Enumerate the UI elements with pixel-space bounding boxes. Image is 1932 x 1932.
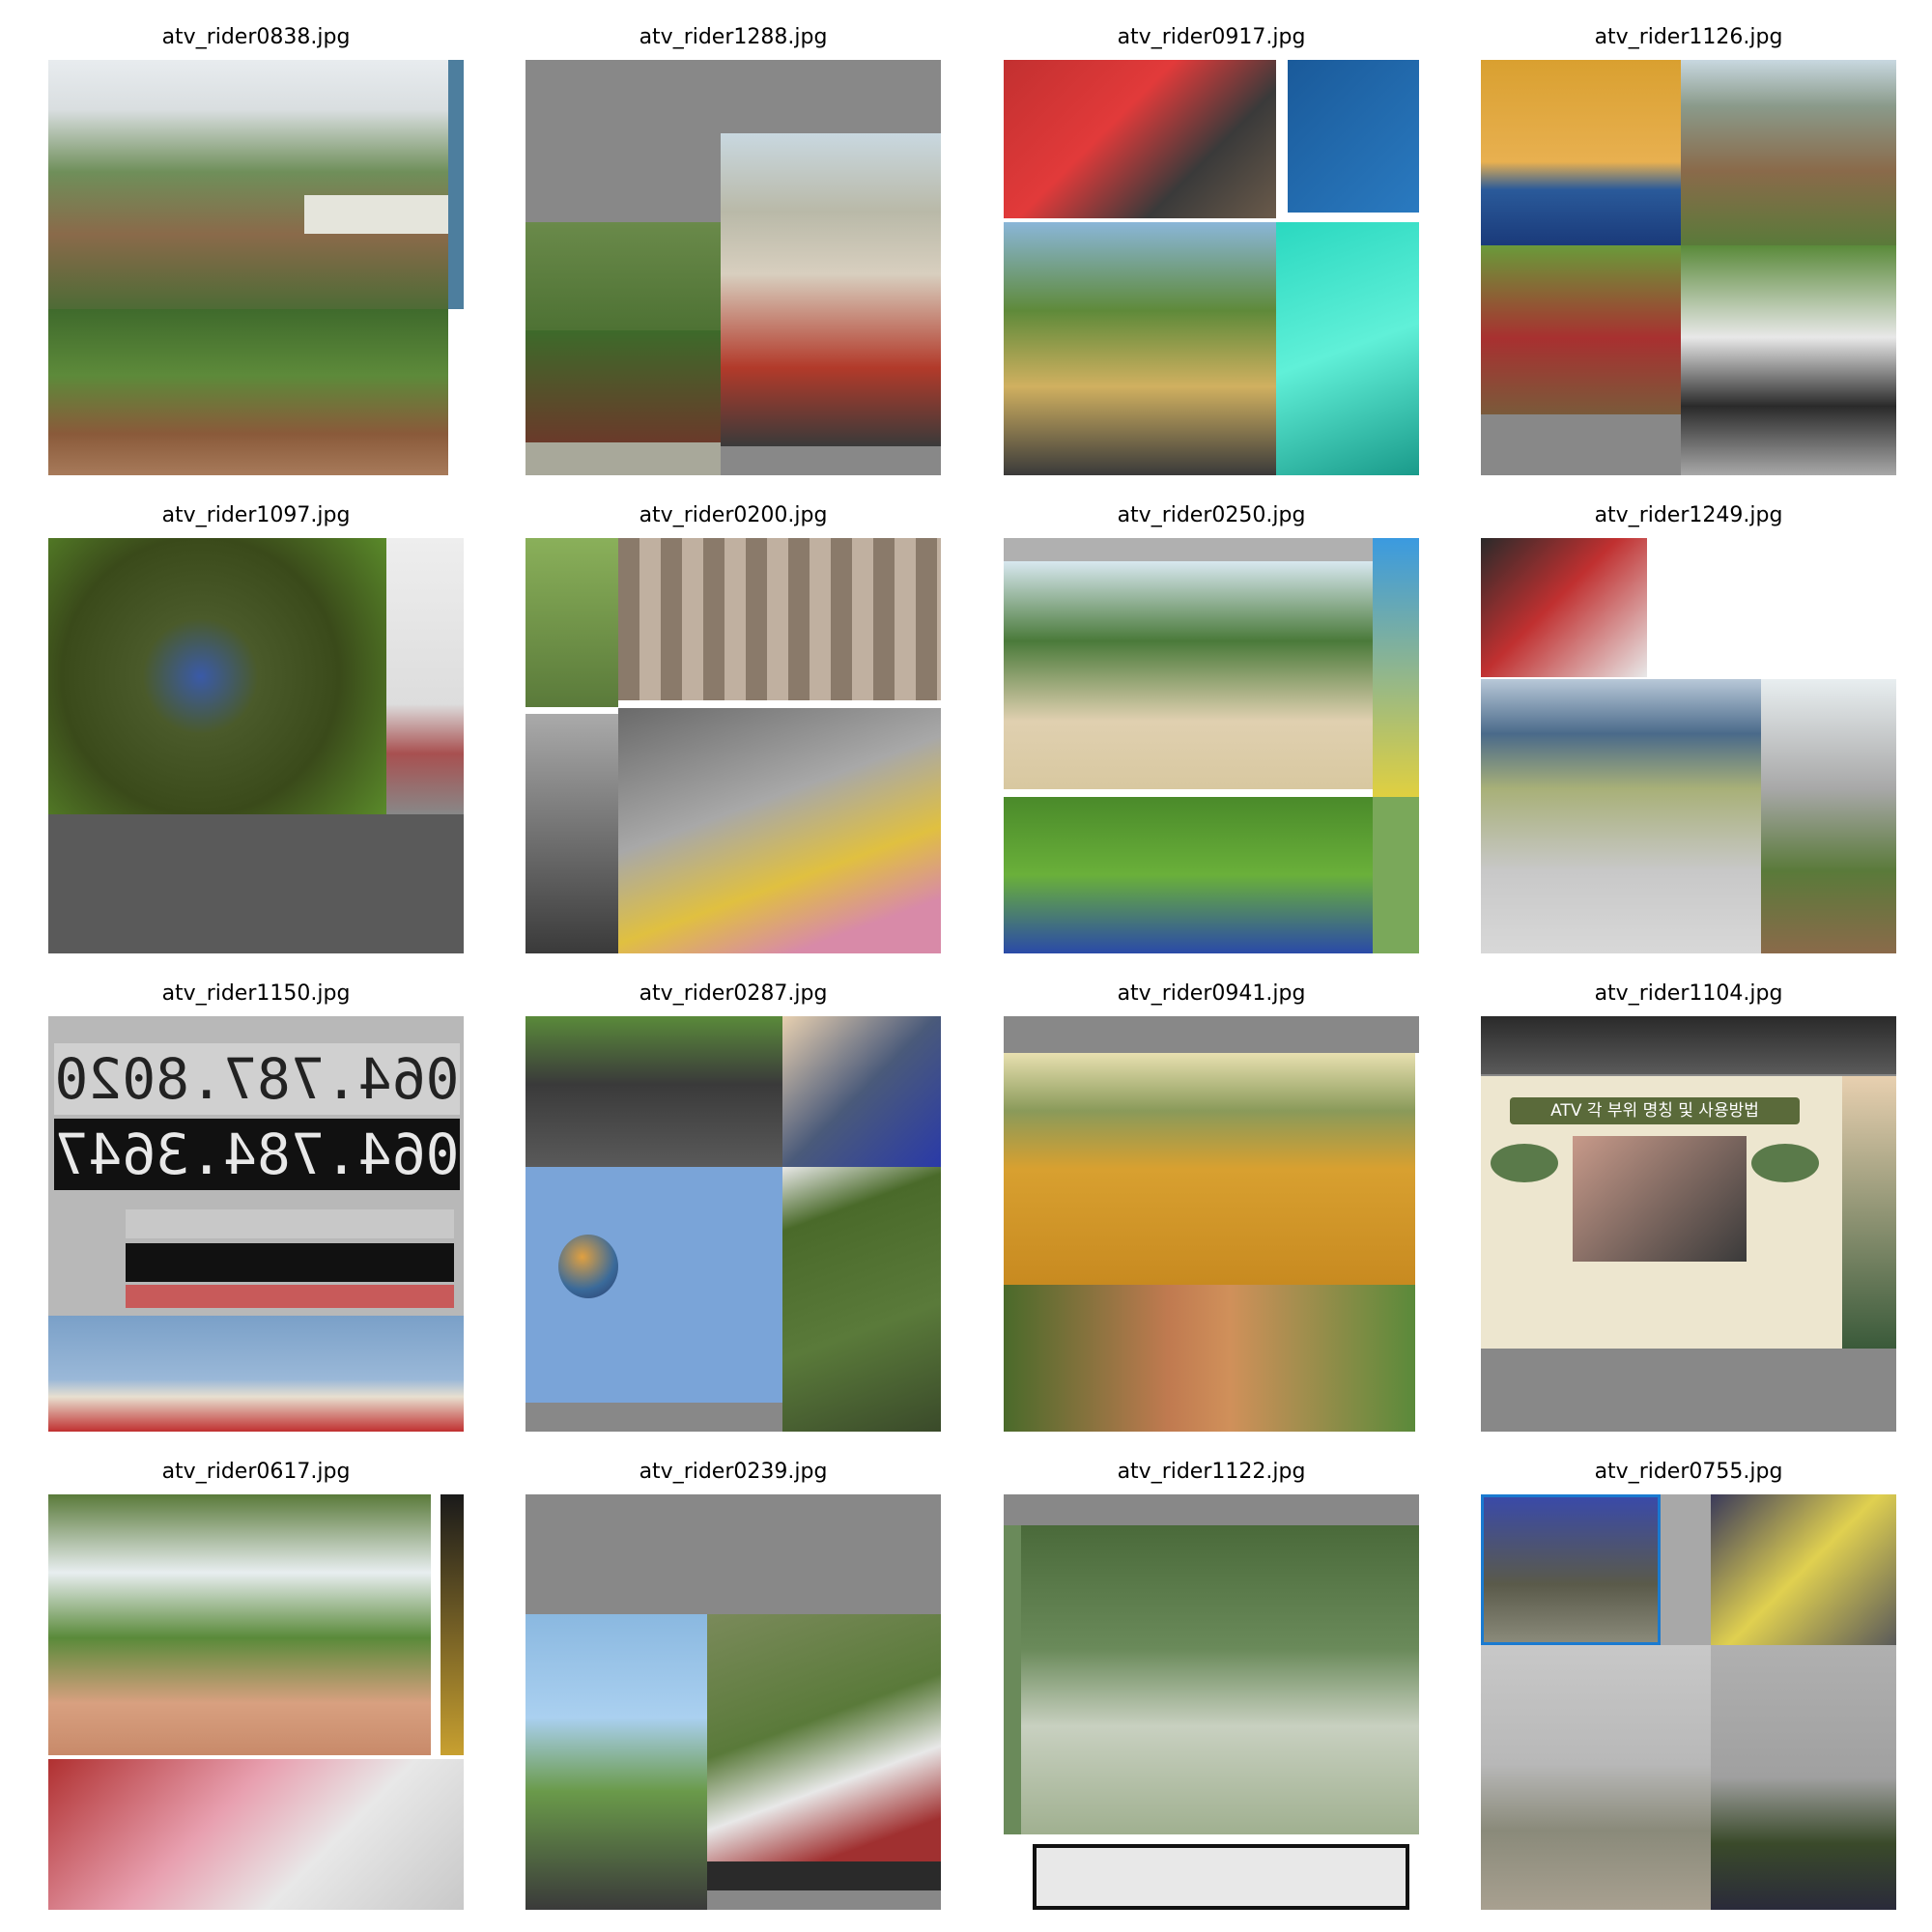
photo-tile xyxy=(1288,60,1419,213)
photo-tile xyxy=(1481,538,1647,677)
image-thumbnail[interactable] xyxy=(1481,1494,1896,1910)
image-thumbnail[interactable] xyxy=(48,60,464,475)
image-filename: atv_rider0617.jpg xyxy=(161,1460,351,1484)
photo-tile xyxy=(526,1614,707,1910)
photo-tile xyxy=(1004,797,1373,953)
photo-tile xyxy=(1004,1525,1021,1834)
photo-tile xyxy=(707,1861,941,1890)
image-thumbnail[interactable]: ATV 각 부위 명칭 및 사용방법 xyxy=(1481,1016,1896,1432)
image-filename: atv_rider0250.jpg xyxy=(1117,503,1306,527)
image-filename: atv_rider1288.jpg xyxy=(639,25,828,49)
photo-tile xyxy=(1373,797,1419,953)
photo-tile xyxy=(526,222,721,330)
photo-tile xyxy=(1481,1016,1896,1074)
image-thumbnail[interactable] xyxy=(526,1494,941,1910)
photo-tile xyxy=(1004,222,1276,475)
photo-tile xyxy=(1481,245,1681,414)
sign-bubble xyxy=(1751,1144,1819,1182)
image-filename: atv_rider0239.jpg xyxy=(639,1460,828,1484)
photo-tile xyxy=(782,1167,941,1432)
image-filename: atv_rider0838.jpg xyxy=(161,25,351,49)
balloon-shape xyxy=(558,1235,618,1298)
photo-tile xyxy=(526,538,618,707)
photo-tile xyxy=(1004,1053,1415,1285)
image-filename: atv_rider1122.jpg xyxy=(1117,1460,1306,1484)
photo-tile xyxy=(1761,679,1896,953)
photo-tile xyxy=(1276,222,1419,475)
photo-tile xyxy=(440,1494,464,1755)
photo-tile xyxy=(126,1209,454,1238)
photo-tile xyxy=(1711,1645,1896,1910)
photo-tile xyxy=(1004,1016,1419,1053)
image-thumbnail[interactable] xyxy=(1481,60,1896,475)
photo-tile xyxy=(526,1016,782,1167)
photo-tile xyxy=(1033,1844,1409,1910)
photo-tile xyxy=(526,330,721,442)
photo-tile xyxy=(48,1316,464,1432)
phone-number-2: 064.784.3647 xyxy=(54,1119,460,1190)
image-thumbnail[interactable] xyxy=(526,1016,941,1432)
image-thumbnail[interactable] xyxy=(1481,538,1896,953)
photo-tile xyxy=(721,133,941,446)
photo-tile xyxy=(126,1285,454,1308)
photo-tile xyxy=(48,538,386,814)
image-thumbnail[interactable] xyxy=(48,538,464,953)
photo-tile xyxy=(1004,1494,1419,1525)
photo-tile xyxy=(618,538,941,700)
photo-tile xyxy=(618,708,941,953)
photo-tile xyxy=(1842,1076,1896,1349)
photo-tile xyxy=(526,714,618,953)
photo-tile xyxy=(448,60,464,309)
info-sign: ATV 각 부위 명칭 및 사용방법 xyxy=(1481,1076,1842,1349)
image-filename: atv_rider1249.jpg xyxy=(1594,503,1783,527)
image-thumbnail[interactable] xyxy=(1004,1494,1419,1910)
image-thumbnail[interactable] xyxy=(526,538,941,953)
image-thumbnail[interactable] xyxy=(1004,538,1419,953)
photo-tile xyxy=(1681,245,1896,475)
image-filename: atv_rider0287.jpg xyxy=(639,981,828,1006)
image-filename: atv_rider0941.jpg xyxy=(1117,981,1306,1006)
photo-tile xyxy=(1004,561,1373,789)
photo-tile xyxy=(126,1243,454,1282)
photo-tile xyxy=(48,1494,431,1755)
sign-title: ATV 각 부위 명칭 및 사용방법 xyxy=(1510,1097,1800,1124)
photo-tile xyxy=(782,1016,941,1167)
photo-tile xyxy=(1004,60,1276,218)
photo-tile xyxy=(1711,1494,1896,1645)
photo-tile xyxy=(48,1759,464,1910)
photo-tile xyxy=(1004,538,1373,561)
image-thumbnail[interactable] xyxy=(1004,1016,1419,1432)
photo-tile xyxy=(1481,679,1761,953)
image-filename: atv_rider1150.jpg xyxy=(161,981,351,1006)
image-filename: atv_rider1126.jpg xyxy=(1594,25,1783,49)
photo-tile xyxy=(48,60,448,309)
photo-tile xyxy=(304,195,448,234)
image-filename: atv_rider0200.jpg xyxy=(639,503,828,527)
sign-bubble xyxy=(1491,1144,1558,1182)
photo-tile xyxy=(1004,1285,1415,1432)
phone-number-1: 064.787.8020 xyxy=(54,1043,460,1115)
image-thumbnail[interactable]: 064.787.8020 064.784.3647 xyxy=(48,1016,464,1432)
image-thumbnail[interactable] xyxy=(1004,60,1419,475)
photo-tile xyxy=(1681,60,1896,245)
photo-tile xyxy=(526,442,721,475)
photo-tile xyxy=(386,538,464,814)
image-filename: atv_rider0755.jpg xyxy=(1594,1460,1783,1484)
image-filename: atv_rider1097.jpg xyxy=(161,503,351,527)
photo-tile xyxy=(48,309,448,475)
photo-tile xyxy=(707,1614,941,1890)
image-thumbnail[interactable] xyxy=(48,1494,464,1910)
image-filename: atv_rider0917.jpg xyxy=(1117,25,1306,49)
photo-tile xyxy=(1373,538,1419,797)
photo-tile xyxy=(1021,1525,1419,1834)
photo-tile xyxy=(1481,1494,1661,1645)
image-thumbnail[interactable] xyxy=(526,60,941,475)
image-filename: atv_rider1104.jpg xyxy=(1594,981,1783,1006)
image-grid: atv_rider0838.jpg atv_rider1288.jpg atv_… xyxy=(0,0,1932,1932)
photo-tile xyxy=(1481,60,1681,245)
sign-photo xyxy=(1573,1136,1747,1262)
photo-tile xyxy=(1481,1645,1711,1910)
